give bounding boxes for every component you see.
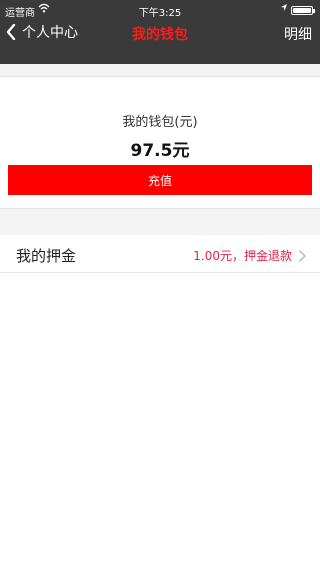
- status-bar: 运营商 下午3:25: [0, 0, 320, 20]
- deposit-row[interactable]: 我的押金 1.00元，押金退款: [0, 235, 320, 273]
- deposit-label: 我的押金: [16, 247, 77, 265]
- deposit-refund-link[interactable]: 1.00元，押金退款: [193, 247, 292, 264]
- wallet-balance-label: 我的钱包(元): [122, 115, 198, 130]
- section-divider: [0, 208, 320, 236]
- navigation-bar: 运营商 下午3:25 个人中心 我的钱包 明细: [0, 0, 320, 64]
- details-button[interactable]: 明细: [284, 24, 312, 44]
- wallet-balance-amount: 97.5元: [130, 141, 190, 161]
- location-icon: [280, 3, 288, 16]
- chevron-right-icon: [299, 247, 307, 266]
- page-title: 我的钱包: [132, 27, 188, 43]
- wallet-card: 我的钱包(元) 97.5元 充值: [0, 77, 320, 207]
- status-time: 下午3:25: [138, 8, 182, 19]
- battery-icon: [291, 6, 315, 15]
- section-divider: [0, 64, 320, 77]
- recharge-button[interactable]: 充值: [8, 165, 312, 195]
